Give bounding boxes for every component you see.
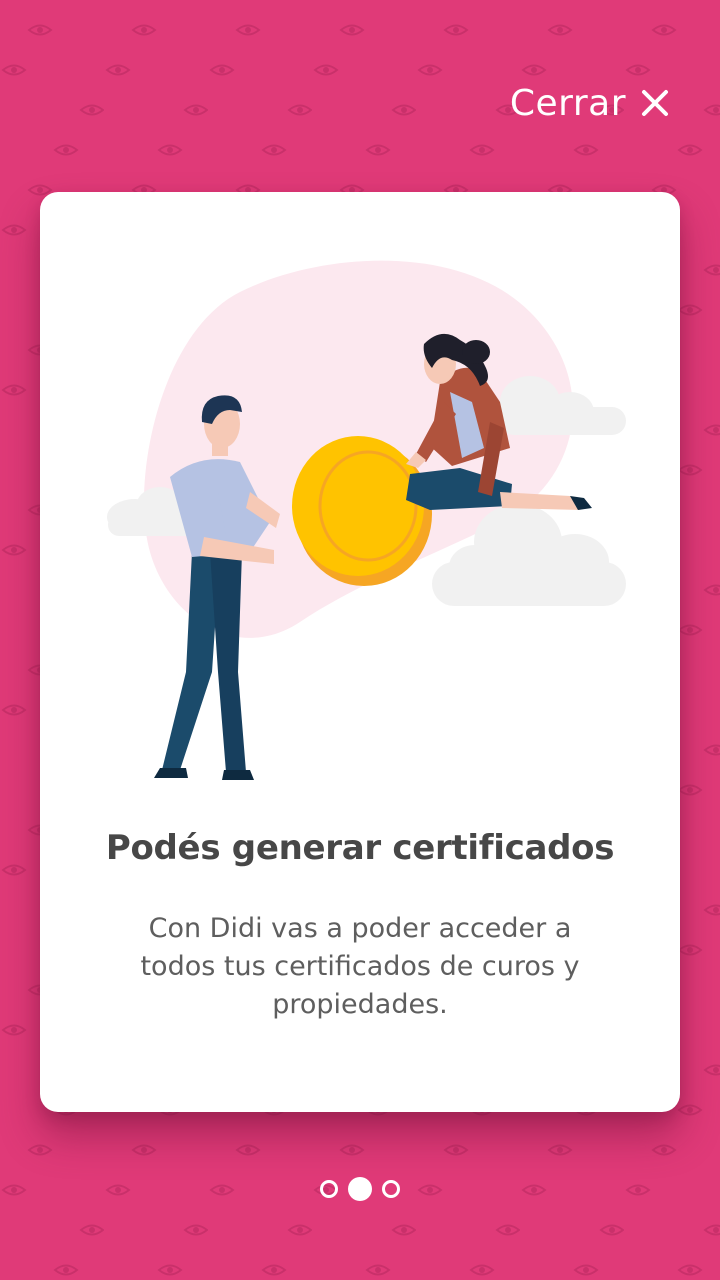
- page-dot-3[interactable]: [382, 1180, 400, 1198]
- close-icon: [642, 90, 668, 116]
- page-dot-2[interactable]: [348, 1177, 372, 1201]
- page-indicator: [0, 1177, 720, 1201]
- page-dot-1[interactable]: [320, 1180, 338, 1198]
- people-exchanging-coin-illustration: [107, 260, 626, 780]
- slide-title: Podés generar certificados: [105, 828, 615, 868]
- onboarding-card: Podés generar certificados Con Didi vas …: [40, 192, 680, 1112]
- slide-description: Con Didi vas a poder acceder a todos tus…: [140, 913, 580, 1020]
- close-label: Cerrar: [509, 82, 626, 124]
- close-button[interactable]: Cerrar: [510, 80, 670, 126]
